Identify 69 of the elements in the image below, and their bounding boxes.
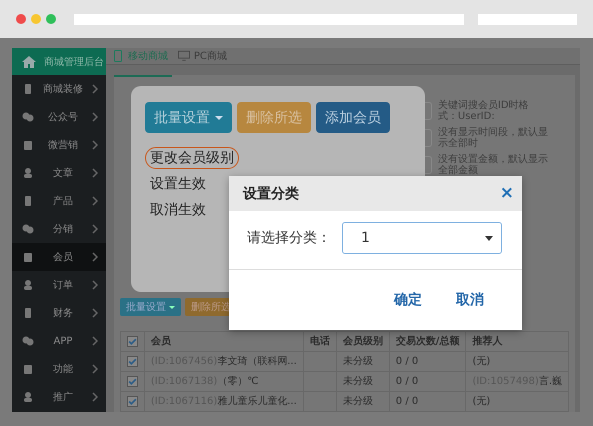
window-dot[interactable] bbox=[16, 14, 26, 24]
monitor-icon bbox=[178, 50, 190, 62]
sidebar-item[interactable]: 订单 bbox=[12, 271, 106, 299]
caret-icon bbox=[215, 116, 223, 120]
chevron-icon bbox=[92, 112, 98, 122]
chevron-icon bbox=[92, 252, 98, 262]
chevron-icon bbox=[92, 364, 98, 374]
dropdown-button[interactable]: 批量设置 bbox=[145, 102, 232, 133]
phone-icon bbox=[112, 50, 124, 62]
column-header: 会员级别 bbox=[336, 332, 390, 352]
sidebar-item[interactable]: 功能 bbox=[12, 355, 106, 383]
dropdown-arrow-icon bbox=[485, 236, 493, 240]
field-label: 请选择分类： bbox=[247, 229, 331, 247]
window-dot[interactable] bbox=[46, 14, 56, 24]
dialog-title: 设置分类 bbox=[243, 184, 299, 202]
sidebar-item[interactable]: 分销 bbox=[12, 215, 106, 243]
table-cell: (无) bbox=[466, 352, 568, 372]
home-icon bbox=[22, 56, 36, 68]
sidebar-item[interactable]: 文章 bbox=[12, 159, 106, 187]
hint-text: 没有显示时间段，默认显示全部时 bbox=[438, 127, 548, 149]
chevron-icon bbox=[92, 140, 98, 150]
sidebar-item[interactable]: 产品 bbox=[12, 187, 106, 215]
table-cell: 未分级 bbox=[336, 352, 390, 372]
table-cell: (无) bbox=[466, 392, 568, 412]
chat-icon bbox=[22, 111, 34, 123]
window-dot[interactable] bbox=[31, 14, 41, 24]
chevron-icon bbox=[92, 168, 98, 178]
sidebar-item[interactable]: 微营销 bbox=[12, 131, 106, 159]
chevron-icon bbox=[92, 392, 98, 402]
search-bar[interactable] bbox=[478, 14, 577, 24]
column-header: 推荐人 bbox=[466, 332, 568, 352]
hint-text: 没有设置金额，默认显示全部金额 bbox=[438, 154, 548, 176]
checkbox[interactable] bbox=[126, 336, 138, 347]
table-cell: 未分级 bbox=[336, 392, 390, 412]
sidebar-item[interactable]: APP bbox=[12, 327, 106, 355]
chevron-icon bbox=[92, 224, 98, 234]
table-cell: 0 / 0 bbox=[389, 392, 466, 412]
sidebar-item[interactable]: 会员 bbox=[12, 243, 106, 271]
sidebar-item[interactable]: 推广 bbox=[12, 383, 106, 411]
menu-item[interactable]: 取消生效 bbox=[145, 199, 211, 221]
category-select[interactable]: 1 bbox=[342, 222, 502, 254]
sidebar-item[interactable]: 公众号 bbox=[12, 103, 106, 131]
column-header: 交易次数/总额 bbox=[389, 332, 466, 352]
hint-text: 关键词搜会员ID时格式：UserID: bbox=[438, 100, 530, 122]
phone-icon bbox=[22, 83, 34, 95]
table-cell: 0 / 0 bbox=[389, 372, 466, 392]
table-cell: 0 / 0 bbox=[389, 352, 466, 372]
checkbox[interactable] bbox=[126, 376, 138, 387]
checkbox[interactable] bbox=[126, 396, 138, 407]
sidebar-item[interactable]: 商城装修 bbox=[12, 75, 106, 103]
add-button[interactable]: 添加会员 bbox=[316, 102, 390, 133]
chevron-icon bbox=[92, 308, 98, 318]
chevron-icon bbox=[92, 196, 98, 206]
menu-item[interactable]: 更改会员级别 bbox=[145, 147, 239, 169]
chevron-icon bbox=[92, 280, 98, 290]
column-header: 电话 bbox=[303, 332, 336, 352]
address-bar[interactable] bbox=[74, 14, 464, 24]
column-header: 会员 bbox=[144, 332, 304, 352]
confirm-button[interactable]: 确定 bbox=[392, 289, 424, 311]
menu-item[interactable]: 设置生效 bbox=[145, 173, 211, 195]
checkbox[interactable] bbox=[126, 356, 138, 367]
chevron-icon bbox=[92, 336, 98, 346]
table-cell: 未分级 bbox=[336, 372, 390, 392]
sidebar-title: 商城管理后台 bbox=[44, 56, 104, 68]
close-button[interactable]: × bbox=[500, 185, 514, 202]
cancel-button[interactable]: 取消 bbox=[454, 289, 486, 311]
caret-icon bbox=[168, 306, 175, 308]
chevron-icon bbox=[92, 84, 98, 94]
sidebar-item[interactable]: 财务 bbox=[12, 299, 106, 327]
